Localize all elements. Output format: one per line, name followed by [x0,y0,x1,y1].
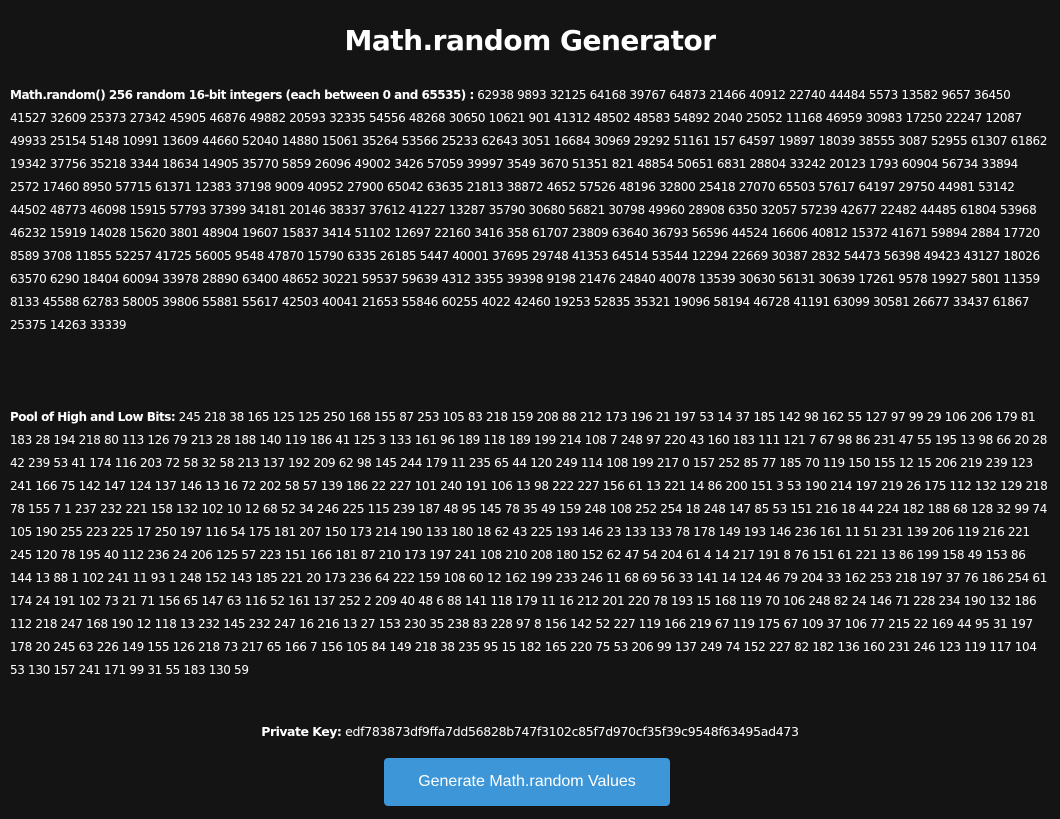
bit-pool-values: 245 218 38 165 125 125 250 168 155 87 25… [10,410,1048,677]
bit-pool-label: Pool of High and Low Bits: [10,410,176,424]
random-integers-values: 62938 9893 32125 64168 39767 64873 21466… [10,88,1048,332]
private-key-row: Private Key: edf783873df9ffa7dd56828b747… [0,721,1060,743]
random-integers-label: Math.random() 256 random 16-bit integers… [10,88,474,102]
private-key-value: edf783873df9ffa7dd56828b747f3102c85f7d97… [345,724,799,739]
random-integers-section: Math.random() 256 random 16-bit integers… [10,84,1048,337]
generate-button[interactable]: Generate Math.random Values [384,758,670,806]
bit-pool-section: Pool of High and Low Bits: 245 218 38 16… [10,406,1048,682]
page-title: Math.random Generator [344,24,716,57]
private-key-label: Private Key: [261,724,342,739]
